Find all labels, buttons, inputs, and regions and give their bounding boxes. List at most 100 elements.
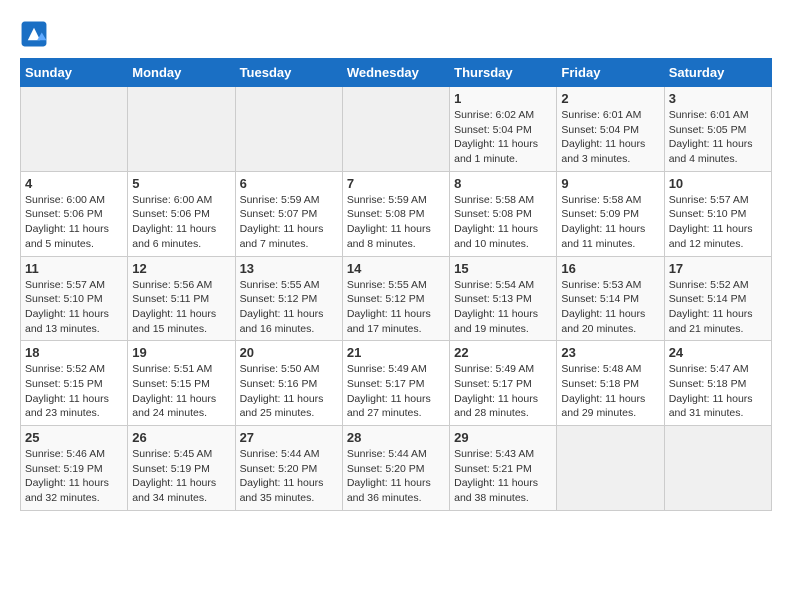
day-info: Sunrise: 6:01 AM Sunset: 5:05 PM Dayligh… <box>669 108 767 167</box>
day-number: 21 <box>347 345 445 360</box>
day-number: 9 <box>561 176 659 191</box>
calendar-cell: 23 Sunrise: 5:48 AM Sunset: 5:18 PM Dayli… <box>557 341 664 426</box>
day-number: 23 <box>561 345 659 360</box>
day-number: 20 <box>240 345 338 360</box>
logo <box>20 20 52 48</box>
day-number: 27 <box>240 430 338 445</box>
day-info: Sunrise: 6:02 AM Sunset: 5:04 PM Dayligh… <box>454 108 552 167</box>
calendar-cell: 15 Sunrise: 5:54 AM Sunset: 5:13 PM Dayli… <box>450 256 557 341</box>
day-number: 16 <box>561 261 659 276</box>
day-info: Sunrise: 5:53 AM Sunset: 5:14 PM Dayligh… <box>561 278 659 337</box>
calendar-week-row: 25 Sunrise: 5:46 AM Sunset: 5:19 PM Dayli… <box>21 426 772 511</box>
day-info: Sunrise: 5:59 AM Sunset: 5:07 PM Dayligh… <box>240 193 338 252</box>
page-header <box>20 20 772 48</box>
day-info: Sunrise: 5:50 AM Sunset: 5:16 PM Dayligh… <box>240 362 338 421</box>
logo-icon <box>20 20 48 48</box>
day-info: Sunrise: 5:47 AM Sunset: 5:18 PM Dayligh… <box>669 362 767 421</box>
day-number: 3 <box>669 91 767 106</box>
calendar-cell: 18 Sunrise: 5:52 AM Sunset: 5:15 PM Dayli… <box>21 341 128 426</box>
calendar-week-row: 4Sunrise: 6:00 AM Sunset: 5:06 PM Daylig… <box>21 171 772 256</box>
calendar-cell: 24 Sunrise: 5:47 AM Sunset: 5:18 PM Dayli… <box>664 341 771 426</box>
calendar-header: Sunday Monday Tuesday Wednesday Thursday… <box>21 59 772 87</box>
day-number: 25 <box>25 430 123 445</box>
calendar-cell <box>557 426 664 511</box>
calendar-week-row: 11 Sunrise: 5:57 AM Sunset: 5:10 PM Dayli… <box>21 256 772 341</box>
day-info: Sunrise: 5:49 AM Sunset: 5:17 PM Dayligh… <box>347 362 445 421</box>
calendar-week-row: 18 Sunrise: 5:52 AM Sunset: 5:15 PM Dayli… <box>21 341 772 426</box>
day-number: 11 <box>25 261 123 276</box>
calendar-week-row: 1 Sunrise: 6:02 AM Sunset: 5:04 PM Daylig… <box>21 87 772 172</box>
day-number: 29 <box>454 430 552 445</box>
day-info: Sunrise: 5:58 AM Sunset: 5:09 PM Dayligh… <box>561 193 659 252</box>
day-info: Sunrise: 5:55 AM Sunset: 5:12 PM Dayligh… <box>347 278 445 337</box>
day-number: 2 <box>561 91 659 106</box>
day-info: Sunrise: 5:57 AM Sunset: 5:10 PM Dayligh… <box>669 193 767 252</box>
calendar-cell: 29 Sunrise: 5:43 AM Sunset: 5:21 PM Dayli… <box>450 426 557 511</box>
calendar-cell: 4Sunrise: 6:00 AM Sunset: 5:06 PM Daylig… <box>21 171 128 256</box>
day-number: 28 <box>347 430 445 445</box>
day-info: Sunrise: 5:52 AM Sunset: 5:15 PM Dayligh… <box>25 362 123 421</box>
calendar-cell <box>128 87 235 172</box>
col-wednesday: Wednesday <box>342 59 449 87</box>
day-info: Sunrise: 5:45 AM Sunset: 5:19 PM Dayligh… <box>132 447 230 506</box>
calendar-cell: 25 Sunrise: 5:46 AM Sunset: 5:19 PM Dayli… <box>21 426 128 511</box>
calendar-cell: 14Sunrise: 5:55 AM Sunset: 5:12 PM Dayli… <box>342 256 449 341</box>
day-number: 18 <box>25 345 123 360</box>
day-info: Sunrise: 5:59 AM Sunset: 5:08 PM Dayligh… <box>347 193 445 252</box>
day-number: 8 <box>454 176 552 191</box>
day-number: 13 <box>240 261 338 276</box>
day-number: 1 <box>454 91 552 106</box>
col-monday: Monday <box>128 59 235 87</box>
day-info: Sunrise: 6:00 AM Sunset: 5:06 PM Dayligh… <box>25 193 123 252</box>
col-thursday: Thursday <box>450 59 557 87</box>
day-info: Sunrise: 5:57 AM Sunset: 5:10 PM Dayligh… <box>25 278 123 337</box>
calendar-cell: 9 Sunrise: 5:58 AM Sunset: 5:09 PM Daylig… <box>557 171 664 256</box>
col-saturday: Saturday <box>664 59 771 87</box>
day-info: Sunrise: 5:48 AM Sunset: 5:18 PM Dayligh… <box>561 362 659 421</box>
day-info: Sunrise: 5:56 AM Sunset: 5:11 PM Dayligh… <box>132 278 230 337</box>
calendar-cell: 13 Sunrise: 5:55 AM Sunset: 5:12 PM Dayli… <box>235 256 342 341</box>
day-info: Sunrise: 5:58 AM Sunset: 5:08 PM Dayligh… <box>454 193 552 252</box>
calendar-cell: 8 Sunrise: 5:58 AM Sunset: 5:08 PM Daylig… <box>450 171 557 256</box>
day-info: Sunrise: 5:55 AM Sunset: 5:12 PM Dayligh… <box>240 278 338 337</box>
day-info: Sunrise: 5:54 AM Sunset: 5:13 PM Dayligh… <box>454 278 552 337</box>
day-number: 26 <box>132 430 230 445</box>
calendar-cell <box>664 426 771 511</box>
col-tuesday: Tuesday <box>235 59 342 87</box>
calendar-cell: 11 Sunrise: 5:57 AM Sunset: 5:10 PM Dayli… <box>21 256 128 341</box>
day-info: Sunrise: 6:00 AM Sunset: 5:06 PM Dayligh… <box>132 193 230 252</box>
calendar-cell: 7 Sunrise: 5:59 AM Sunset: 5:08 PM Daylig… <box>342 171 449 256</box>
day-info: Sunrise: 5:51 AM Sunset: 5:15 PM Dayligh… <box>132 362 230 421</box>
day-number: 12 <box>132 261 230 276</box>
day-info: Sunrise: 5:52 AM Sunset: 5:14 PM Dayligh… <box>669 278 767 337</box>
calendar-cell: 5 Sunrise: 6:00 AM Sunset: 5:06 PM Daylig… <box>128 171 235 256</box>
calendar-cell: 12 Sunrise: 5:56 AM Sunset: 5:11 PM Dayli… <box>128 256 235 341</box>
calendar-cell: 16 Sunrise: 5:53 AM Sunset: 5:14 PM Dayli… <box>557 256 664 341</box>
calendar-cell: 21 Sunrise: 5:49 AM Sunset: 5:17 PM Dayli… <box>342 341 449 426</box>
day-number: 10 <box>669 176 767 191</box>
day-info: Sunrise: 5:43 AM Sunset: 5:21 PM Dayligh… <box>454 447 552 506</box>
day-number: 15 <box>454 261 552 276</box>
day-info: Sunrise: 5:44 AM Sunset: 5:20 PM Dayligh… <box>240 447 338 506</box>
calendar-cell: 20 Sunrise: 5:50 AM Sunset: 5:16 PM Dayli… <box>235 341 342 426</box>
col-friday: Friday <box>557 59 664 87</box>
day-number: 5 <box>132 176 230 191</box>
day-number: 22 <box>454 345 552 360</box>
calendar-cell: 19Sunrise: 5:51 AM Sunset: 5:15 PM Dayli… <box>128 341 235 426</box>
calendar-cell: 17Sunrise: 5:52 AM Sunset: 5:14 PM Dayli… <box>664 256 771 341</box>
day-info: Sunrise: 5:46 AM Sunset: 5:19 PM Dayligh… <box>25 447 123 506</box>
day-info: Sunrise: 5:49 AM Sunset: 5:17 PM Dayligh… <box>454 362 552 421</box>
calendar-cell: 10 Sunrise: 5:57 AM Sunset: 5:10 PM Dayli… <box>664 171 771 256</box>
calendar-cell <box>235 87 342 172</box>
day-number: 24 <box>669 345 767 360</box>
day-number: 7 <box>347 176 445 191</box>
calendar-table: Sunday Monday Tuesday Wednesday Thursday… <box>20 58 772 511</box>
header-row: Sunday Monday Tuesday Wednesday Thursday… <box>21 59 772 87</box>
calendar-cell: 6Sunrise: 5:59 AM Sunset: 5:07 PM Daylig… <box>235 171 342 256</box>
calendar-cell: 3 Sunrise: 6:01 AM Sunset: 5:05 PM Daylig… <box>664 87 771 172</box>
calendar-cell: 1 Sunrise: 6:02 AM Sunset: 5:04 PM Daylig… <box>450 87 557 172</box>
calendar-cell: 28Sunrise: 5:44 AM Sunset: 5:20 PM Dayli… <box>342 426 449 511</box>
calendar-cell: 22 Sunrise: 5:49 AM Sunset: 5:17 PM Dayli… <box>450 341 557 426</box>
calendar-cell <box>342 87 449 172</box>
calendar-cell: 26 Sunrise: 5:45 AM Sunset: 5:19 PM Dayli… <box>128 426 235 511</box>
